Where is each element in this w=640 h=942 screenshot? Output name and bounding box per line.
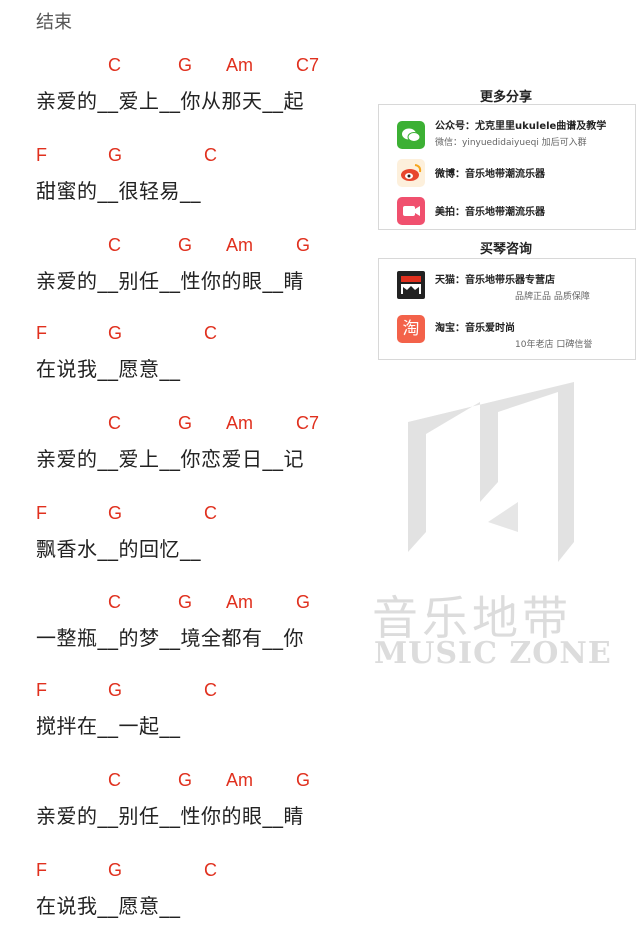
chord-row: FGC [36, 860, 356, 886]
chord-label: Am [226, 592, 253, 612]
lyric-line: 在说我__愿意__ [36, 894, 181, 918]
watermark-en: MUSIC ZONE [374, 636, 612, 671]
chord-label: C [108, 770, 121, 790]
share-title: 更多分享 [479, 90, 532, 105]
chord-row: FGC [36, 323, 356, 349]
share-card: 公众号：尤克里里ukulele曲谱及教学 微信：yinyuedidaiyueqi… [378, 104, 636, 230]
chord-row: C G Am G [36, 592, 356, 618]
chord-label: G [296, 770, 311, 790]
chord-label: G [108, 145, 123, 165]
share-item-weibo[interactable]: 微博：音乐地带潮流乐器 [379, 157, 635, 191]
chord-label: C [204, 145, 217, 165]
buy-taobao-sub: 10年老店 口碑信誉 [515, 340, 593, 350]
chord-label: G [178, 55, 193, 75]
chord-label: F [36, 860, 47, 880]
buy-tmall-sub: 品牌正品 品质保障 [515, 292, 590, 302]
share-item-wechat[interactable]: 公众号：尤克里里ukulele曲谱及教学 微信：yinyuedidaiyueqi… [379, 115, 635, 155]
chord-label: C [204, 860, 217, 880]
chord-label: C [204, 680, 217, 700]
share-wechat-sub: 微信：yinyuedidaiyueqi 加后可入群 [435, 138, 587, 148]
share-weibo-label: 微博：音乐地带潮流乐器 [435, 169, 545, 180]
share-item-meipai[interactable]: 美拍：音乐地带潮流乐器 [379, 195, 635, 229]
stanza: F G C 飘香水__的回忆__ [36, 503, 356, 562]
chord-row: C G Am C7 [36, 413, 356, 439]
chord-label: G [108, 680, 123, 700]
stanza: F G C 在说我__愿意__ [36, 323, 356, 382]
lyric-line: 甜蜜的__很轻易__ [36, 179, 201, 203]
chord-row: C G Am G [36, 770, 356, 796]
lyric-line: 搅拌在__一起__ [36, 714, 181, 738]
buy-item-tmall[interactable]: 天猫：音乐地带乐器专营店 品牌正品 品质保障 [379, 267, 635, 307]
stanza: C G Am C7 亲爱的__爱上__你恋爱日__记 [36, 413, 356, 472]
lyric-line: 在说我__愿意__ [36, 357, 181, 381]
stanza: C G Am G 亲爱的__别任__性你的眼__睛 [36, 770, 356, 829]
chord-row: FGC [36, 503, 356, 529]
chord-label: C [108, 235, 121, 255]
stanza: F G C 搅拌在__一起__ [36, 680, 356, 739]
chord-label: C [108, 592, 121, 612]
chord-label: G [296, 235, 311, 255]
section-label: 结束 [36, 12, 72, 33]
lyric-line: 亲爱的__别任__性你的眼__睛 [36, 269, 304, 293]
buy-card: 天猫：音乐地带乐器专营店 品牌正品 品质保障 淘 淘宝：音乐爱时尚 10年老店 … [378, 258, 636, 360]
chord-row: FGC [36, 145, 356, 171]
buy-title: 买琴咨询 [479, 242, 532, 257]
chord-label: Am [226, 413, 253, 433]
tmall-icon [397, 271, 425, 299]
music-zone-logo-mark [408, 382, 574, 562]
stanza: C G Am G 一整瓶__的梦__境全都有__你 [36, 592, 356, 651]
buy-tmall-label: 天猫：音乐地带乐器专营店 [435, 275, 555, 286]
chord-label: C [108, 413, 121, 433]
chord-label: C [108, 55, 121, 75]
stanza: C G Am C7 亲爱的__爱上__你从那天__起 [36, 55, 356, 114]
lyric-line: 一整瓶__的梦__境全都有__你 [36, 626, 304, 650]
wechat-icon [397, 121, 425, 149]
chord-label: Am [226, 770, 253, 790]
lyric-line: 亲爱的__爱上__你从那天__起 [36, 89, 304, 113]
stanza: C G Am G 亲爱的__别任__性你的眼__睛 [36, 235, 356, 294]
lyric-line: 飘香水__的回忆__ [36, 537, 201, 561]
chord-label: G [296, 592, 311, 612]
chord-label: G [178, 235, 193, 255]
chord-label: Am [226, 235, 253, 255]
chord-label: G [108, 860, 123, 880]
chord-label: C7 [296, 55, 320, 75]
chord-label: F [36, 145, 47, 165]
chord-row: FGC [36, 680, 356, 706]
buy-item-taobao[interactable]: 淘 淘宝：音乐爱时尚 10年老店 口碑信誉 [379, 313, 635, 353]
buy-taobao-label: 淘宝：音乐爱时尚 [435, 323, 515, 334]
chord-label: F [36, 680, 47, 700]
chord-row: C G Am G [36, 235, 356, 261]
share-meipai-label: 美拍：音乐地带潮流乐器 [435, 207, 545, 218]
chord-label: F [36, 323, 47, 343]
chord-label: G [178, 592, 193, 612]
chord-label: C [204, 503, 217, 523]
lyric-line: 亲爱的__别任__性你的眼__睛 [36, 804, 304, 828]
chord-label: G [108, 503, 123, 523]
chord-label: C [204, 323, 217, 343]
chord-label: F [36, 503, 47, 523]
chord-row: C G Am C7 [36, 55, 356, 81]
chord-label: G [108, 323, 123, 343]
lyric-line: 亲爱的__爱上__你恋爱日__记 [36, 447, 304, 471]
share-wechat-label: 公众号：尤克里里ukulele曲谱及教学 [435, 121, 607, 132]
chord-label: G [178, 413, 193, 433]
stanza: F G C 在说我__愿意__ [36, 860, 356, 919]
chord-label: G [178, 770, 193, 790]
chord-label: C7 [296, 413, 320, 433]
chord-label: Am [226, 55, 253, 75]
meipai-icon [397, 197, 425, 225]
weibo-icon [397, 159, 425, 187]
stanza: F G C 甜蜜的__很轻易__ [36, 145, 356, 204]
taobao-icon: 淘 [397, 315, 425, 343]
